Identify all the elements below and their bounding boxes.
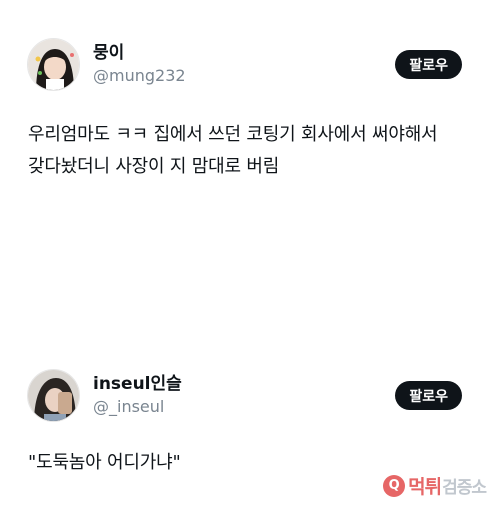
- tweet-header: 뭉이 @mung232 팔로우: [27, 38, 462, 91]
- avatar[interactable]: [27, 38, 80, 91]
- watermark: Q 먹튀 검증소: [383, 472, 487, 499]
- watermark-sub: 검증소: [442, 478, 487, 498]
- watermark-logo-icon: Q: [383, 474, 406, 497]
- avatar[interactable]: [27, 369, 80, 422]
- tweet-card: 뭉이 @mung232 팔로우 우리엄마도 ㅋㅋ 집에서 쓰던 코팅기 회사에서…: [0, 0, 500, 330]
- display-name[interactable]: inseul인슬: [93, 373, 182, 395]
- user-handle[interactable]: @mung232: [93, 65, 186, 87]
- tweet-text: 우리엄마도 ㅋㅋ 집에서 쓰던 코팅기 회사에서 써야해서 갖다놨더니 사장이 …: [28, 119, 470, 183]
- follow-button[interactable]: 팔로우: [395, 50, 462, 79]
- tweet-text-line: 갖다놨더니 사장이 지 맘대로 버림: [28, 156, 280, 177]
- tweet-text-line: 우리엄마도 ㅋㅋ 집에서 쓰던 코팅기 회사에서 써야해서: [28, 124, 438, 145]
- user-handle[interactable]: @_inseul: [93, 396, 182, 418]
- watermark-brand: 먹튀: [408, 476, 442, 498]
- follow-button[interactable]: 팔로우: [395, 381, 462, 410]
- display-name[interactable]: 뭉이: [93, 42, 186, 64]
- tweet-header: inseul인슬 @_inseul 팔로우: [27, 369, 462, 422]
